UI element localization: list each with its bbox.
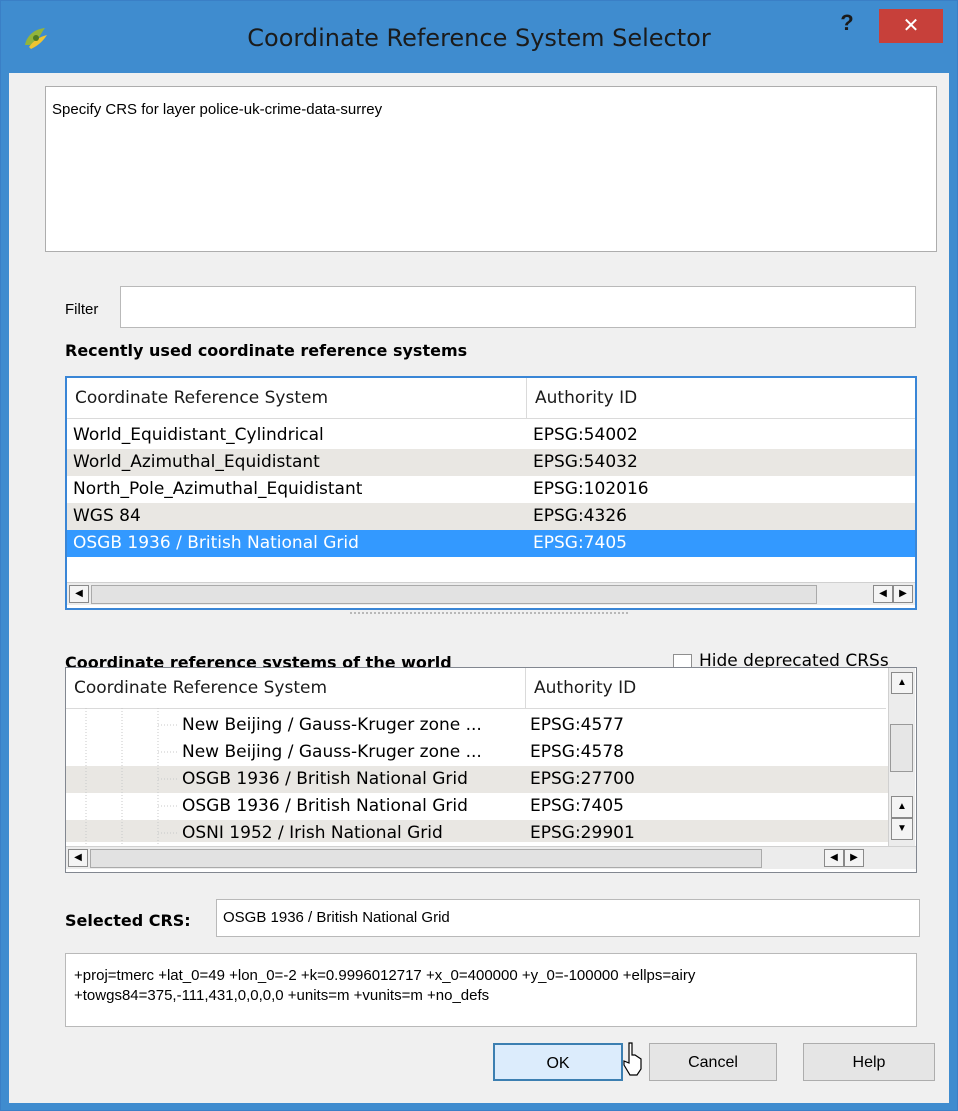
tree-guide-lines (85, 708, 178, 846)
tree-row[interactable]: New Beijing / Gauss-Kruger zone ... EPSG… (66, 712, 888, 739)
tree-row[interactable]: New Beijing / Gauss-Kruger zone ... EPSG… (66, 739, 888, 766)
message-text: Specify CRS for layer police-uk-crime-da… (52, 101, 383, 118)
filter-input[interactable] (120, 286, 916, 328)
recent-crs-table[interactable]: Coordinate Reference System Authority ID… (65, 376, 917, 610)
recent-crs-label: Recently used coordinate reference syste… (65, 341, 468, 360)
tree-row[interactable]: OSGB 1936 / British National Grid EPSG:2… (66, 766, 888, 793)
cancel-button[interactable]: Cancel (649, 1043, 777, 1081)
vertical-scrollbar[interactable]: ▲ ▲ ▼ (888, 668, 915, 846)
scroll-right-icon[interactable]: ▶ (844, 849, 864, 867)
scroll-right-icon[interactable]: ▶ (893, 585, 913, 603)
window-title: Coordinate Reference System Selector (247, 24, 711, 52)
scroll-left-icon[interactable]: ◀ (69, 585, 89, 603)
scroll-left-icon[interactable]: ◀ (824, 849, 844, 867)
table-row-selected[interactable]: OSGB 1936 / British National Grid EPSG:7… (67, 530, 915, 557)
scrollbar-thumb[interactable] (90, 849, 762, 868)
proj-definition-box: +proj=tmerc +lat_0=49 +lon_0=-2 +k=0.999… (65, 953, 917, 1027)
column-header-authority-id[interactable]: Authority ID (527, 378, 915, 418)
tree-row[interactable]: OSGB 1936 / British National Grid EPSG:7… (66, 793, 888, 820)
context-help-button[interactable]: ? (827, 7, 867, 39)
horizontal-scrollbar[interactable]: ◀ ◀ ▶ (66, 846, 916, 869)
ok-button[interactable]: OK (493, 1043, 623, 1081)
table-row[interactable]: World_Equidistant_Cylindrical EPSG:54002 (67, 422, 915, 449)
crs-selector-dialog: Coordinate Reference System Selector ? ✕… (0, 0, 958, 1111)
selected-crs-label: Selected CRS: (65, 911, 191, 930)
proj-definition-text: +proj=tmerc +lat_0=49 +lon_0=-2 +k=0.999… (74, 967, 696, 1004)
splitter-handle[interactable] (349, 611, 629, 615)
table-row[interactable]: North_Pole_Azimuthal_Equidistant EPSG:10… (67, 476, 915, 503)
close-button[interactable]: ✕ (879, 9, 943, 43)
scroll-down-icon[interactable]: ▼ (891, 818, 913, 840)
title-bar[interactable]: Coordinate Reference System Selector ? ✕ (1, 1, 957, 73)
filter-label: Filter (65, 301, 99, 318)
column-header-crs[interactable]: Coordinate Reference System (66, 668, 526, 708)
scroll-left-icon[interactable]: ◀ (873, 585, 893, 603)
dialog-body: Specify CRS for layer police-uk-crime-da… (9, 73, 949, 1103)
column-header-authority-id[interactable]: Authority ID (526, 668, 886, 708)
table-header: Coordinate Reference System Authority ID (67, 378, 915, 419)
world-crs-tree[interactable]: Coordinate Reference System Authority ID… (65, 667, 917, 873)
message-box: Specify CRS for layer police-uk-crime-da… (45, 86, 937, 252)
scroll-left-icon[interactable]: ◀ (68, 849, 88, 867)
help-button[interactable]: Help (803, 1043, 935, 1081)
table-row[interactable]: World_Azimuthal_Equidistant EPSG:54032 (67, 449, 915, 476)
selected-crs-field: OSGB 1936 / British National Grid (216, 899, 920, 937)
scroll-up-icon[interactable]: ▲ (891, 796, 913, 818)
scrollbar-thumb[interactable] (91, 585, 817, 604)
table-header: Coordinate Reference System Authority ID (66, 668, 886, 709)
mouse-pointer-icon (623, 1042, 642, 1076)
horizontal-scrollbar[interactable]: ◀ ◀ ▶ (67, 582, 915, 605)
scroll-up-icon[interactable]: ▲ (891, 672, 913, 694)
table-row[interactable]: WGS 84 EPSG:4326 (67, 503, 915, 530)
tree-row[interactable]: OSNI 1952 / Irish National Grid EPSG:299… (66, 820, 888, 843)
scrollbar-thumb[interactable] (890, 724, 913, 772)
column-header-crs[interactable]: Coordinate Reference System (67, 378, 527, 418)
